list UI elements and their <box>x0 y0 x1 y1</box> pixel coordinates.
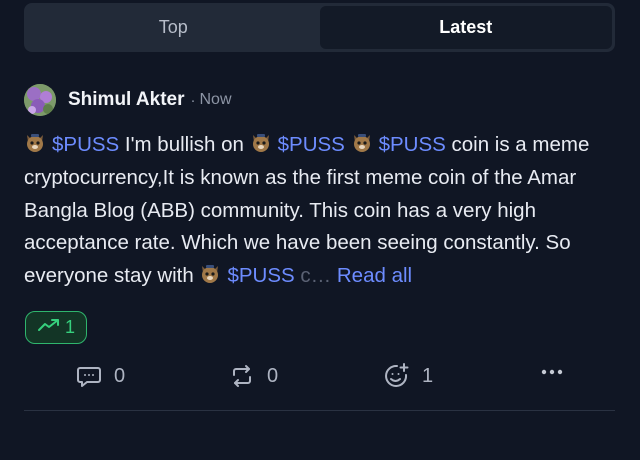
post-text-truncated: c <box>294 264 311 288</box>
cashtag-link[interactable]: $PUSS <box>278 133 345 156</box>
author-name[interactable]: Shimul Akter <box>68 89 185 111</box>
avatar[interactable] <box>24 84 56 116</box>
read-all-link[interactable]: Read all <box>337 264 412 287</box>
separator: · <box>190 91 196 109</box>
reaction-count: 1 <box>422 364 434 387</box>
repost-count: 0 <box>267 364 279 387</box>
more-horizontal-icon <box>540 368 564 376</box>
cashtag-link[interactable]: $PUSS <box>379 133 446 156</box>
tab-top[interactable]: Top <box>27 6 320 49</box>
cashtag-link[interactable]: $PUSS <box>227 264 294 287</box>
more-options-button[interactable] <box>540 368 564 376</box>
comment-count: 0 <box>114 364 126 387</box>
post-divider <box>24 410 615 411</box>
trending-count: 1 <box>64 317 75 337</box>
cat-face-icon <box>24 132 46 154</box>
post-header: Shimul Akter · Now <box>24 84 232 116</box>
cashtag-link[interactable]: $PUSS <box>52 133 119 156</box>
cat-face-icon <box>199 263 221 285</box>
tab-latest[interactable]: Latest <box>319 6 612 49</box>
post-time: Now <box>199 91 232 108</box>
post-actions: 0 0 1 <box>0 360 640 392</box>
add-reaction-icon <box>382 362 410 390</box>
comment-button[interactable]: 0 <box>76 363 125 389</box>
trending-up-icon <box>37 317 61 338</box>
post-body: $PUSS I'm bullish on $PUSS $PUSS coin is… <box>24 129 624 293</box>
trending-badge[interactable]: 1 <box>25 311 87 344</box>
post-text-segment: I'm bullish on <box>119 133 250 156</box>
cat-face-icon <box>351 132 373 154</box>
comment-icon <box>76 363 102 389</box>
ellipsis: … <box>310 264 332 288</box>
repost-icon <box>229 363 255 389</box>
reaction-button[interactable]: 1 <box>382 362 433 390</box>
cat-face-icon <box>250 132 272 154</box>
repost-button[interactable]: 0 <box>229 363 278 389</box>
feed-tabs: Top Latest <box>24 3 615 52</box>
